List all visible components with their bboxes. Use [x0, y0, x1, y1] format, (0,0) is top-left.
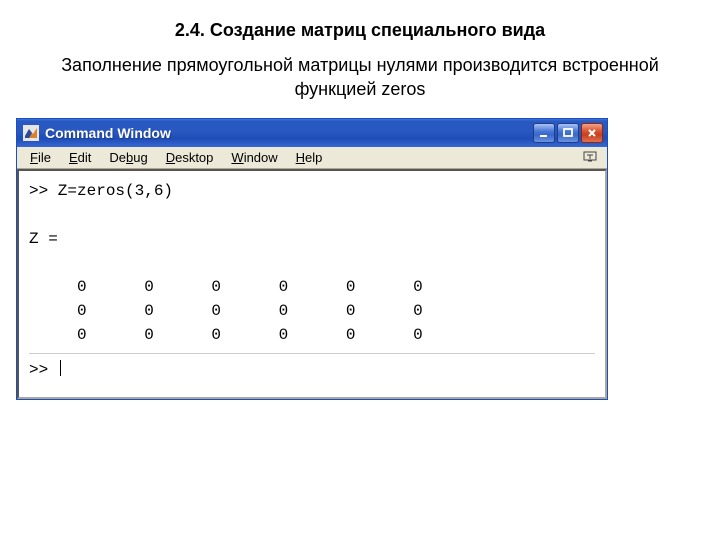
app-icon: [23, 125, 39, 141]
window-title: Command Window: [45, 125, 533, 141]
menu-help[interactable]: Help: [287, 149, 332, 166]
text-cursor: [60, 360, 61, 376]
section-description: Заполнение прямоугольной матрицы нулями …: [18, 53, 702, 102]
maximize-button[interactable]: [557, 123, 579, 143]
dock-handle-icon[interactable]: [581, 150, 599, 164]
menu-file[interactable]: File: [21, 149, 60, 166]
menubar: File Edit Debug Desktop Window Help: [17, 147, 607, 169]
menu-debug[interactable]: Debug: [100, 149, 156, 166]
prompt[interactable]: >>: [29, 358, 595, 382]
menu-window[interactable]: Window: [222, 149, 286, 166]
console-output[interactable]: >> Z=zeros(3,6) Z = 0 0 0 0 0 0 0 0 0 0 …: [17, 169, 607, 399]
close-button[interactable]: [581, 123, 603, 143]
titlebar[interactable]: Command Window: [17, 119, 607, 147]
menu-file-rest: ile: [38, 150, 51, 165]
minimize-button[interactable]: [533, 123, 555, 143]
separator: [29, 353, 595, 354]
command-window: Command Window File Edit Debug Desktop W…: [16, 118, 608, 400]
section-heading: 2.4. Создание матриц специального вида: [20, 20, 700, 41]
menu-desktop[interactable]: Desktop: [157, 149, 223, 166]
menu-edit[interactable]: Edit: [60, 149, 100, 166]
